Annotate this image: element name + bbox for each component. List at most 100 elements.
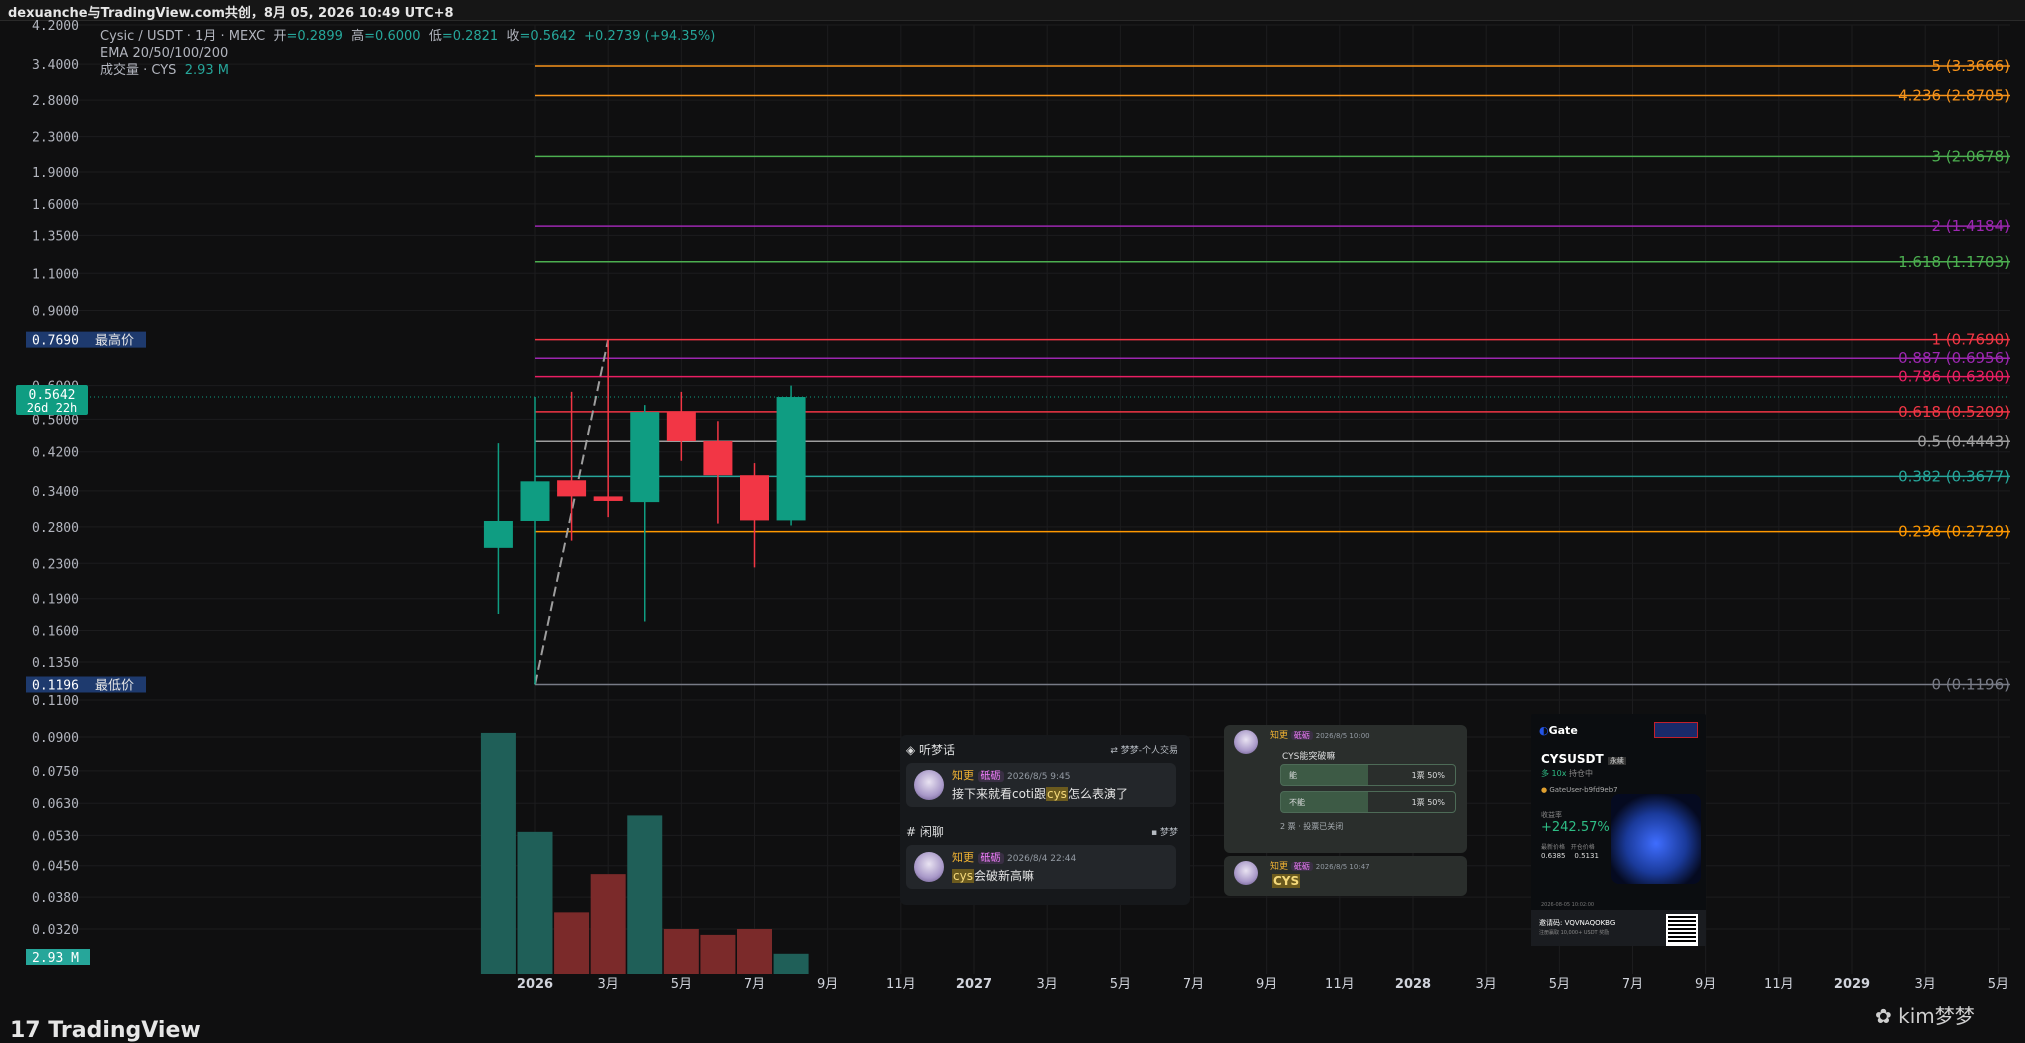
change-value: +0.2739 (+94.35%) xyxy=(584,29,716,44)
x-axis-label: 11月 xyxy=(886,977,916,992)
close-label: 收 xyxy=(506,29,520,44)
option-votes: 1票 xyxy=(1411,798,1425,807)
legend-ema[interactable]: EMA 20/50/100/200 xyxy=(100,45,715,62)
high-price-text: 最高价 xyxy=(95,333,134,349)
gate-leverage: 多 10x 持仓中 xyxy=(1541,768,1593,779)
option-result: 1票 50% xyxy=(1412,797,1445,808)
price-tick-label: 0.1350 xyxy=(32,656,79,671)
message-text-2: cys会破新高嘛 xyxy=(952,867,1034,884)
volume-badge: 2.93 M xyxy=(32,951,79,966)
race-car-image xyxy=(1611,794,1701,884)
low-price-text: 最低价 xyxy=(95,678,134,693)
volume-value: 2.93 M xyxy=(184,63,230,78)
volume-tick-label: 0.0630 xyxy=(32,797,79,812)
x-axis-label: 5月 xyxy=(1110,977,1131,992)
watermark: ✿ kim梦梦 xyxy=(1875,1000,1975,1029)
legend-symbol: Cysic / USDT · 1月 · MEXC xyxy=(100,29,266,44)
user-avatar-icon: ● xyxy=(1541,786,1548,794)
channel-title-2: # 闲聊 xyxy=(906,825,944,839)
msg-part: 接下来就看coti跟 xyxy=(952,787,1046,801)
poll-option-2: 不能 1票 50% xyxy=(1280,791,1456,813)
message-meta-1: 知更 砥砺 2026/8/5 9:45 xyxy=(952,767,1071,783)
gate-pnl: +242.57% xyxy=(1541,820,1610,835)
p1-label: 最新价格 xyxy=(1541,844,1566,851)
price-tick-label: 1.3500 xyxy=(32,229,79,244)
message-time: 2026/8/5 9:45 xyxy=(1007,772,1071,782)
x-axis-label: 7月 xyxy=(1183,977,1204,992)
volume-tick-label: 0.0750 xyxy=(32,765,79,780)
x-axis-label: 11月 xyxy=(1325,977,1355,992)
price-tick-label: 0.5000 xyxy=(32,413,79,428)
x-axis-label: 2029 xyxy=(1834,977,1870,992)
low-label: 低 xyxy=(428,29,442,44)
gate-invite-bar: 邀请码: VQVNAQOKBG 注册赢取 10,000+ USDT 奖励 xyxy=(1531,910,1706,946)
x-axis-label: 2026 xyxy=(517,977,553,992)
channel-right-1-text: 梦梦-个人交易 xyxy=(1120,746,1178,756)
message-text-1: 接下来就看coti跟cys怎么表演了 xyxy=(952,785,1128,802)
pair-tag: 永续 xyxy=(1607,757,1626,765)
price-tick-label: 1.6000 xyxy=(32,198,79,213)
candle-body xyxy=(776,397,806,521)
chat-message-1: 知更 砥砺 2026/8/5 9:45 接下来就看coti跟cys怎么表演了 xyxy=(906,763,1176,807)
channel-right-1: ⇄ 梦梦-个人交易 xyxy=(1110,746,1178,756)
gate-pnl-card: ◐Gate CYSUSDT 永续 多 10x 持仓中 ● GateUser-b9… xyxy=(1531,714,1706,946)
reply-text: CYS xyxy=(1272,874,1301,888)
username: 知更 xyxy=(952,769,974,782)
weibo-icon: ✿ xyxy=(1875,1004,1892,1028)
tv-logo-icon: 𝟭𝟳 xyxy=(10,1018,49,1043)
option-result: 1票 50% xyxy=(1412,770,1445,781)
tradingview-logo[interactable]: 𝟭𝟳 TradingView xyxy=(10,1018,201,1043)
poll-screenshot: 知更 砥砺 2026/8/5 10:00 CYS能突破嘛 能 1票 50% 不能… xyxy=(1224,725,1467,853)
option-label: 能 xyxy=(1289,771,1297,780)
fib-level-label: 5 (3.3666) xyxy=(1931,57,2010,75)
fib-level-label: 0.5 (0.4443) xyxy=(1917,432,2010,450)
x-axis-label: 2027 xyxy=(956,977,992,992)
fib-level-label: 0.382 (0.3677) xyxy=(1898,467,2010,485)
x-axis-label: 5月 xyxy=(671,977,692,992)
x-axis-label: 3月 xyxy=(598,977,619,992)
gate-price-labels: 最新价格 开仓价格 xyxy=(1541,842,1595,851)
poll-question: CYS能突破嘛 xyxy=(1282,752,1336,762)
p2-value: 0.5131 xyxy=(1574,852,1599,860)
volume-bar xyxy=(590,874,626,974)
p1-value: 0.6385 xyxy=(1541,852,1566,860)
gate-logo-icon: ◐ xyxy=(1539,724,1549,737)
price-tick-label: 0.1600 xyxy=(32,625,79,640)
volume-label: 成交量 · CYS xyxy=(100,63,177,78)
channel-title-1: ◈ 听梦话 xyxy=(906,743,956,757)
open-label: 开 xyxy=(273,29,287,44)
fib-level-label: 0 (0.1196) xyxy=(1931,675,2010,693)
fib-level-label: 2 (1.4184) xyxy=(1931,217,2010,235)
msg-part: 会破新高嘛 xyxy=(973,869,1034,883)
option-pct: 50% xyxy=(1427,771,1445,780)
volume-tick-label: 0.0380 xyxy=(32,891,79,906)
candle-body xyxy=(703,440,733,476)
price-tick-label: 0.3400 xyxy=(32,485,79,500)
gate-pair: CYSUSDT 永续 xyxy=(1541,752,1626,766)
legend-volume[interactable]: 成交量 · CYS 2.93 M xyxy=(100,62,715,79)
x-axis-label: 11月 xyxy=(1764,977,1794,992)
price-tick-label: 1.1000 xyxy=(32,267,79,282)
candle-body xyxy=(557,480,587,497)
message-time: 2026/8/5 10:00 xyxy=(1315,732,1370,740)
price-tick-label: 0.9000 xyxy=(32,304,79,319)
gate-date: 2026-08-05 10:02:00 xyxy=(1541,902,1595,908)
message-time: 2026/8/5 10:47 xyxy=(1315,863,1370,871)
x-axis-label: 5月 xyxy=(1988,977,2009,992)
msg-highlight: cys xyxy=(952,869,974,883)
volume-bar xyxy=(480,732,516,974)
x-axis-label: 2028 xyxy=(1395,977,1431,992)
candle-body xyxy=(520,481,550,521)
x-axis-label: 3月 xyxy=(1037,977,1058,992)
fib-level-label: 0.618 (0.5209) xyxy=(1898,403,2010,421)
qr-code-icon xyxy=(1666,914,1698,946)
reply-screenshot: 知更 砥砺 2026/8/5 10:47 CYS xyxy=(1224,856,1467,896)
x-axis-label: 7月 xyxy=(1622,977,1643,992)
channel-name-2: 闲聊 xyxy=(919,825,944,839)
volume-tick-label: 0.0450 xyxy=(32,860,79,875)
lev-tag: 持仓中 xyxy=(1569,769,1594,778)
x-axis-label: 5月 xyxy=(1549,977,1570,992)
price-tick-label: 2.3000 xyxy=(32,131,79,146)
invite-code: 邀请码: VQVNAQOKBG xyxy=(1539,919,1616,927)
candle-body xyxy=(593,496,623,501)
